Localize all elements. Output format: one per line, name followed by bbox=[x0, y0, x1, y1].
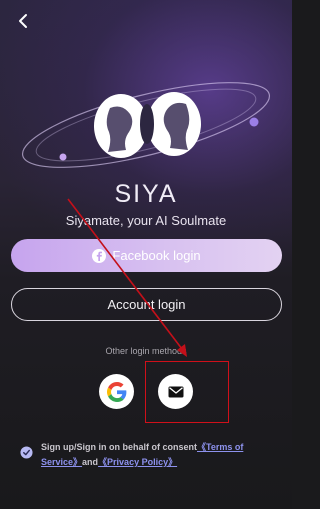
google-login-button[interactable] bbox=[99, 374, 134, 409]
check-circle-icon[interactable] bbox=[20, 446, 33, 459]
facebook-login-button[interactable]: Facebook login bbox=[11, 239, 282, 272]
privacy-policy-link[interactable]: 《Privacy Policy》 bbox=[98, 457, 177, 467]
app-title: SIYA bbox=[114, 180, 178, 208]
account-login-label: Account login bbox=[107, 297, 186, 312]
facebook-icon bbox=[92, 248, 107, 263]
google-icon bbox=[106, 381, 126, 402]
consent-row: Sign up/Sign in on behalf of consent《Ter… bbox=[20, 440, 275, 470]
consent-joiner: and bbox=[82, 457, 99, 467]
chevron-left-icon bbox=[19, 14, 27, 28]
other-login-methods-label: Other login methods bbox=[105, 346, 187, 356]
app-tagline: Siyamate, your AI Soulmate bbox=[65, 213, 227, 228]
annotation-highlight-box bbox=[145, 361, 229, 423]
consent-text: Sign up/Sign in on behalf of consent《Ter… bbox=[41, 440, 275, 470]
logo-orbit-graphic bbox=[21, 82, 271, 168]
account-login-button[interactable]: Account login bbox=[11, 288, 282, 321]
orbit-dot-left bbox=[59, 153, 67, 161]
back-button[interactable] bbox=[12, 10, 34, 32]
siya-logo-icon bbox=[94, 92, 201, 158]
consent-prefix: Sign up/Sign in on behalf of consent bbox=[41, 442, 197, 452]
orbit-dot-right bbox=[249, 117, 259, 127]
facebook-login-label: Facebook login bbox=[112, 248, 201, 263]
